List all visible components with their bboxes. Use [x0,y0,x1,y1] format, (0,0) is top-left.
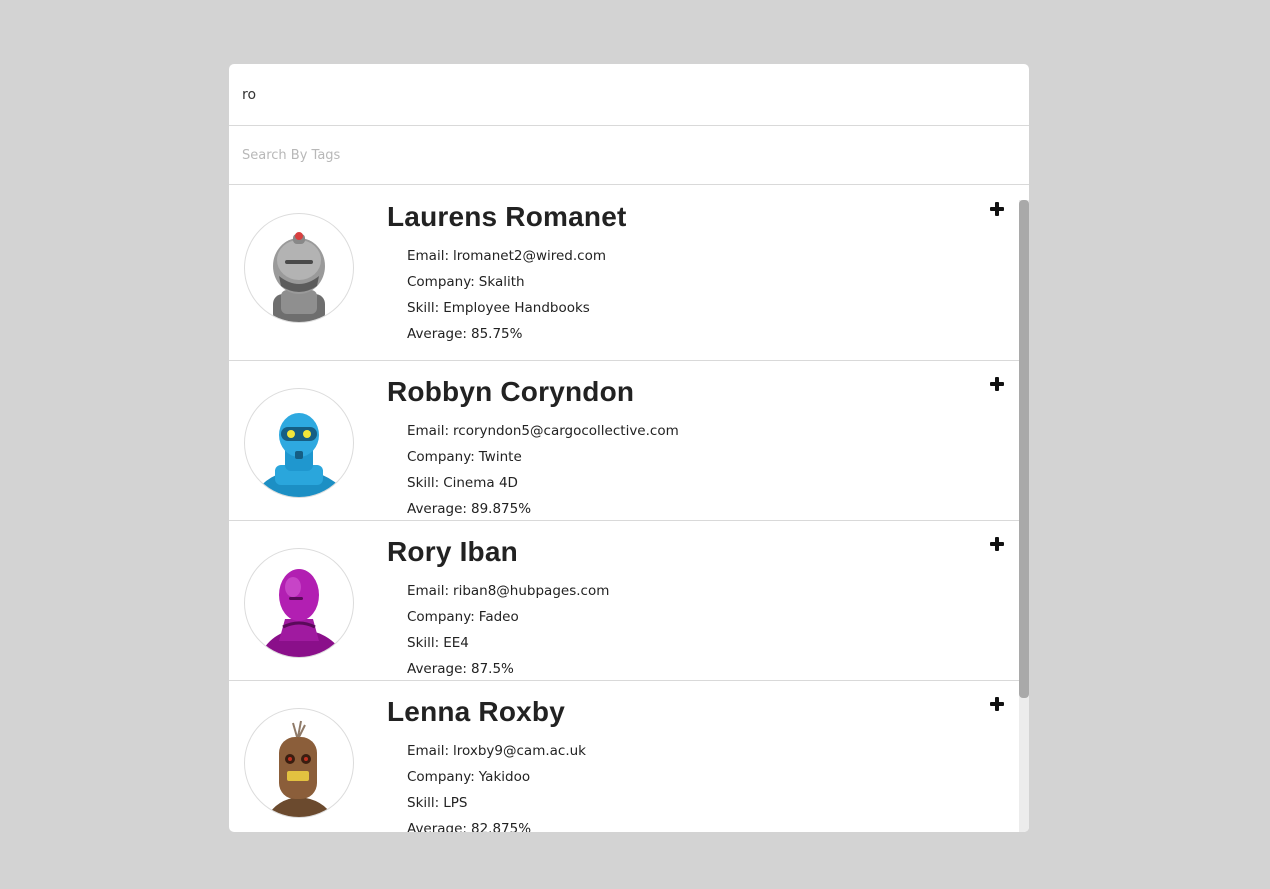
email-label: Email: [407,248,450,264]
student-company: Company: Skalith [407,269,606,295]
average-value: 85.75% [471,326,523,342]
company-value: Twinte [478,449,522,465]
student-email: Email: lroxby9@cam.ac.uk [407,738,586,764]
student-average: Average: 87.5% [407,656,609,682]
skill-label: Skill: [407,300,440,316]
purple-robot-avatar-icon [259,569,345,657]
student-item: Lenna Roxby Email: lroxby9@cam.ac.uk Comp… [229,681,1019,832]
brown-robot-avatar-icon [267,720,333,817]
student-skill: Skill: Employee Handbooks [407,295,606,321]
company-value: Fadeo [478,609,519,625]
email-value: riban8@hubpages.com [453,583,610,599]
avatar [244,708,354,818]
student-email: Email: lromanet2@wired.com [407,243,606,269]
tag-search-row [229,126,1029,185]
student-name: Rory Iban [387,536,518,567]
name-search-input[interactable] [229,64,1029,125]
email-label: Email: [407,423,450,439]
student-name: Lenna Roxby [387,696,566,727]
student-company: Company: Twinte [407,444,679,470]
email-label: Email: [407,743,450,759]
student-skill: Skill: Cinema 4D [407,470,679,496]
grey-robot-avatar-icon [273,232,325,322]
name-search-row [229,64,1029,126]
skill-label: Skill: [407,635,440,651]
average-label: Average: [407,326,467,342]
scrollbar-thumb[interactable] [1019,200,1029,698]
list-scrollbar[interactable] [1019,200,1029,832]
student-details: Email: rcoryndon5@cargocollective.com Com… [407,418,679,522]
student-item: Laurens Romanet Email: lromanet2@wired.co… [229,185,1019,361]
email-value: lroxby9@cam.ac.uk [453,743,586,759]
student-list: Laurens Romanet Email: lromanet2@wired.co… [229,185,1019,832]
student-average: Average: 85.75% [407,321,606,347]
expand-plus-icon[interactable] [989,201,1005,217]
blue-robot-avatar-icon [253,413,349,497]
average-label: Average: [407,661,467,677]
student-item: Rory Iban Email: riban8@hubpages.com Comp… [229,521,1019,681]
student-average: Average: 89.875% [407,496,679,522]
student-average: Average: 82.875% [407,816,586,832]
student-details: Email: lromanet2@wired.com Company: Skalit… [407,243,606,347]
student-item: Robbyn Coryndon Email: rcoryndon5@cargoco… [229,361,1019,521]
company-label: Company: [407,609,475,625]
student-name: Robbyn Coryndon [387,376,635,407]
skill-label: Skill: [407,475,440,491]
company-label: Company: [407,274,475,290]
skill-value: LPS [443,795,468,811]
student-details: Email: riban8@hubpages.com Company: Fadeo … [407,578,609,682]
average-label: Average: [407,821,467,832]
email-label: Email: [407,583,450,599]
avatar [244,213,354,323]
skill-value: Employee Handbooks [443,300,590,316]
company-value: Yakidoo [478,769,531,785]
skill-value: EE4 [443,635,469,651]
expand-plus-icon[interactable] [989,536,1005,552]
student-name: Laurens Romanet [387,201,627,232]
company-value: Skalith [478,274,525,290]
company-label: Company: [407,449,475,465]
avatar [244,388,354,498]
skill-value: Cinema 4D [443,475,518,491]
student-card-panel: Laurens Romanet Email:lromanet2@wired.co… [229,64,1029,832]
tag-search-input[interactable] [229,126,1029,184]
avatar [244,548,354,658]
email-value: lromanet2@wired.com [453,248,606,264]
average-value: 89.875% [471,501,532,517]
student-skill: Skill: EE4 [407,630,609,656]
company-label: Company: [407,769,475,785]
average-label: Average: [407,501,467,517]
skill-label: Skill: [407,795,440,811]
student-company: Company: Fadeo [407,604,609,630]
student-details: Email: lroxby9@cam.ac.uk Company: Yakidoo … [407,738,586,832]
average-value: 87.5% [471,661,514,677]
student-email: Email: riban8@hubpages.com [407,578,609,604]
email-value: rcoryndon5@cargocollective.com [453,423,679,439]
student-email: Email: rcoryndon5@cargocollective.com [407,418,679,444]
student-skill: Skill: LPS [407,790,586,816]
average-value: 82.875% [471,821,532,832]
expand-plus-icon[interactable] [989,696,1005,712]
expand-plus-icon[interactable] [989,376,1005,392]
student-company: Company: Yakidoo [407,764,586,790]
